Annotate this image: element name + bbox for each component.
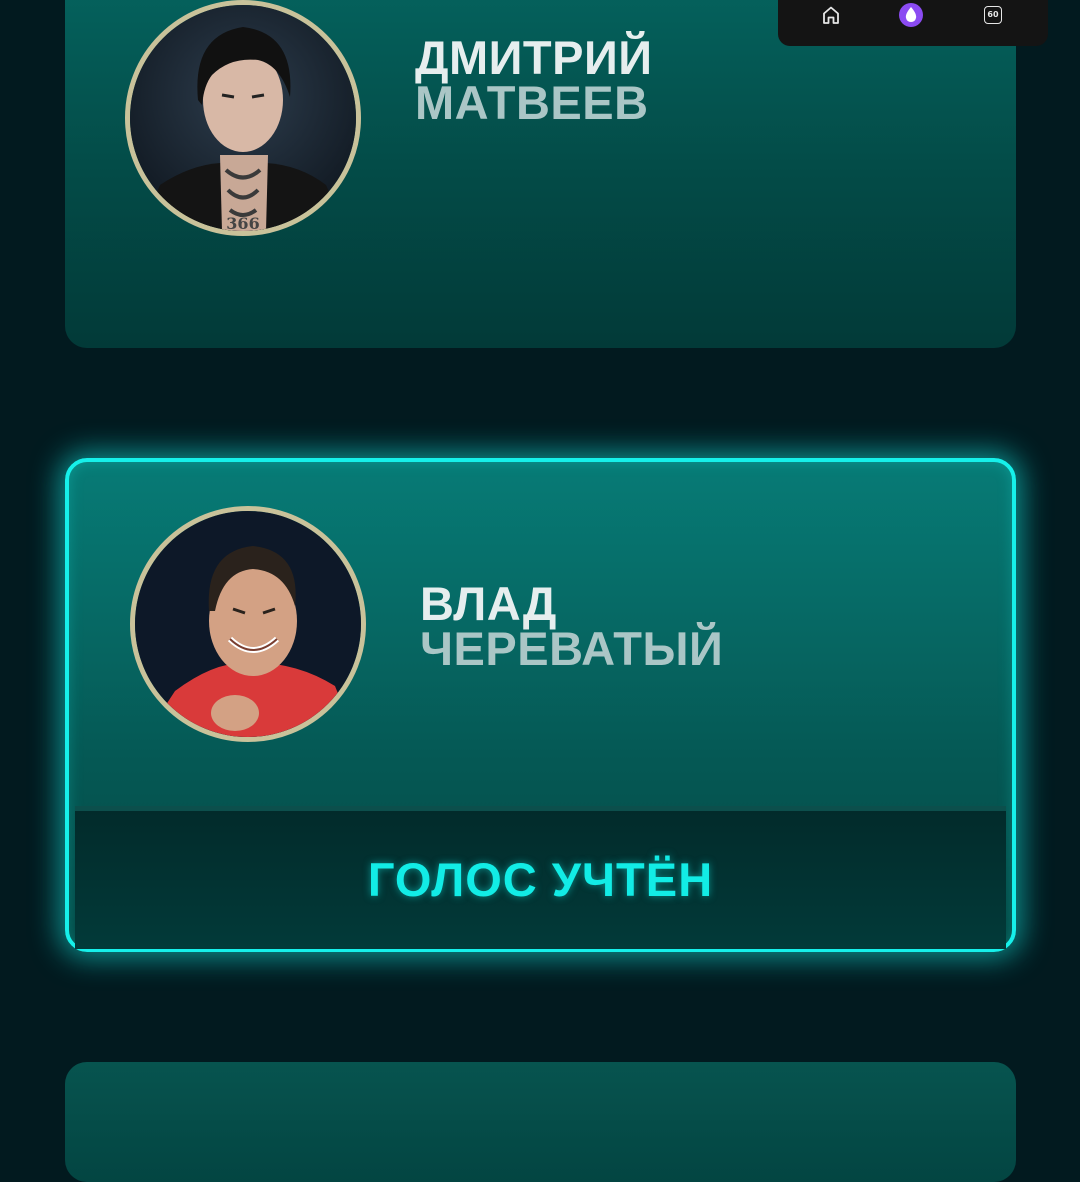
- candidate-first-name: ВЛАД: [420, 577, 557, 630]
- sixty-icon[interactable]: 60: [980, 2, 1006, 28]
- candidate-name: ДМИТРИЙ МАТВЕЕВ: [415, 31, 653, 129]
- avatar-cherevaty: [130, 506, 366, 742]
- avatar-matveev: 366: [125, 0, 361, 236]
- home-icon[interactable]: [818, 2, 844, 28]
- sixty-label: 60: [984, 6, 1002, 24]
- candidate-card-next[interactable]: [65, 1062, 1016, 1182]
- alice-icon[interactable]: [898, 2, 924, 28]
- candidate-card-cherevaty[interactable]: ВЛАД ЧЕРЕВАТЫЙ ГОЛОС УЧТЁН: [65, 458, 1016, 952]
- vote-status-bar: ГОЛОС УЧТЁН: [75, 806, 1006, 949]
- svg-text:366: 366: [226, 214, 259, 231]
- candidate-last-name: МАТВЕЕВ: [415, 76, 649, 129]
- candidate-last-name: ЧЕРЕВАТЫЙ: [420, 622, 724, 675]
- top-toolbar: 60: [778, 0, 1048, 46]
- candidate-card-matveev[interactable]: 366 ДМИТРИЙ МАТВЕЕВ: [65, 0, 1016, 348]
- candidate-name: ВЛАД ЧЕРЕВАТЫЙ: [420, 577, 724, 675]
- candidate-first-name: ДМИТРИЙ: [415, 31, 653, 84]
- vote-status-text: ГОЛОС УЧТЁН: [367, 853, 714, 906]
